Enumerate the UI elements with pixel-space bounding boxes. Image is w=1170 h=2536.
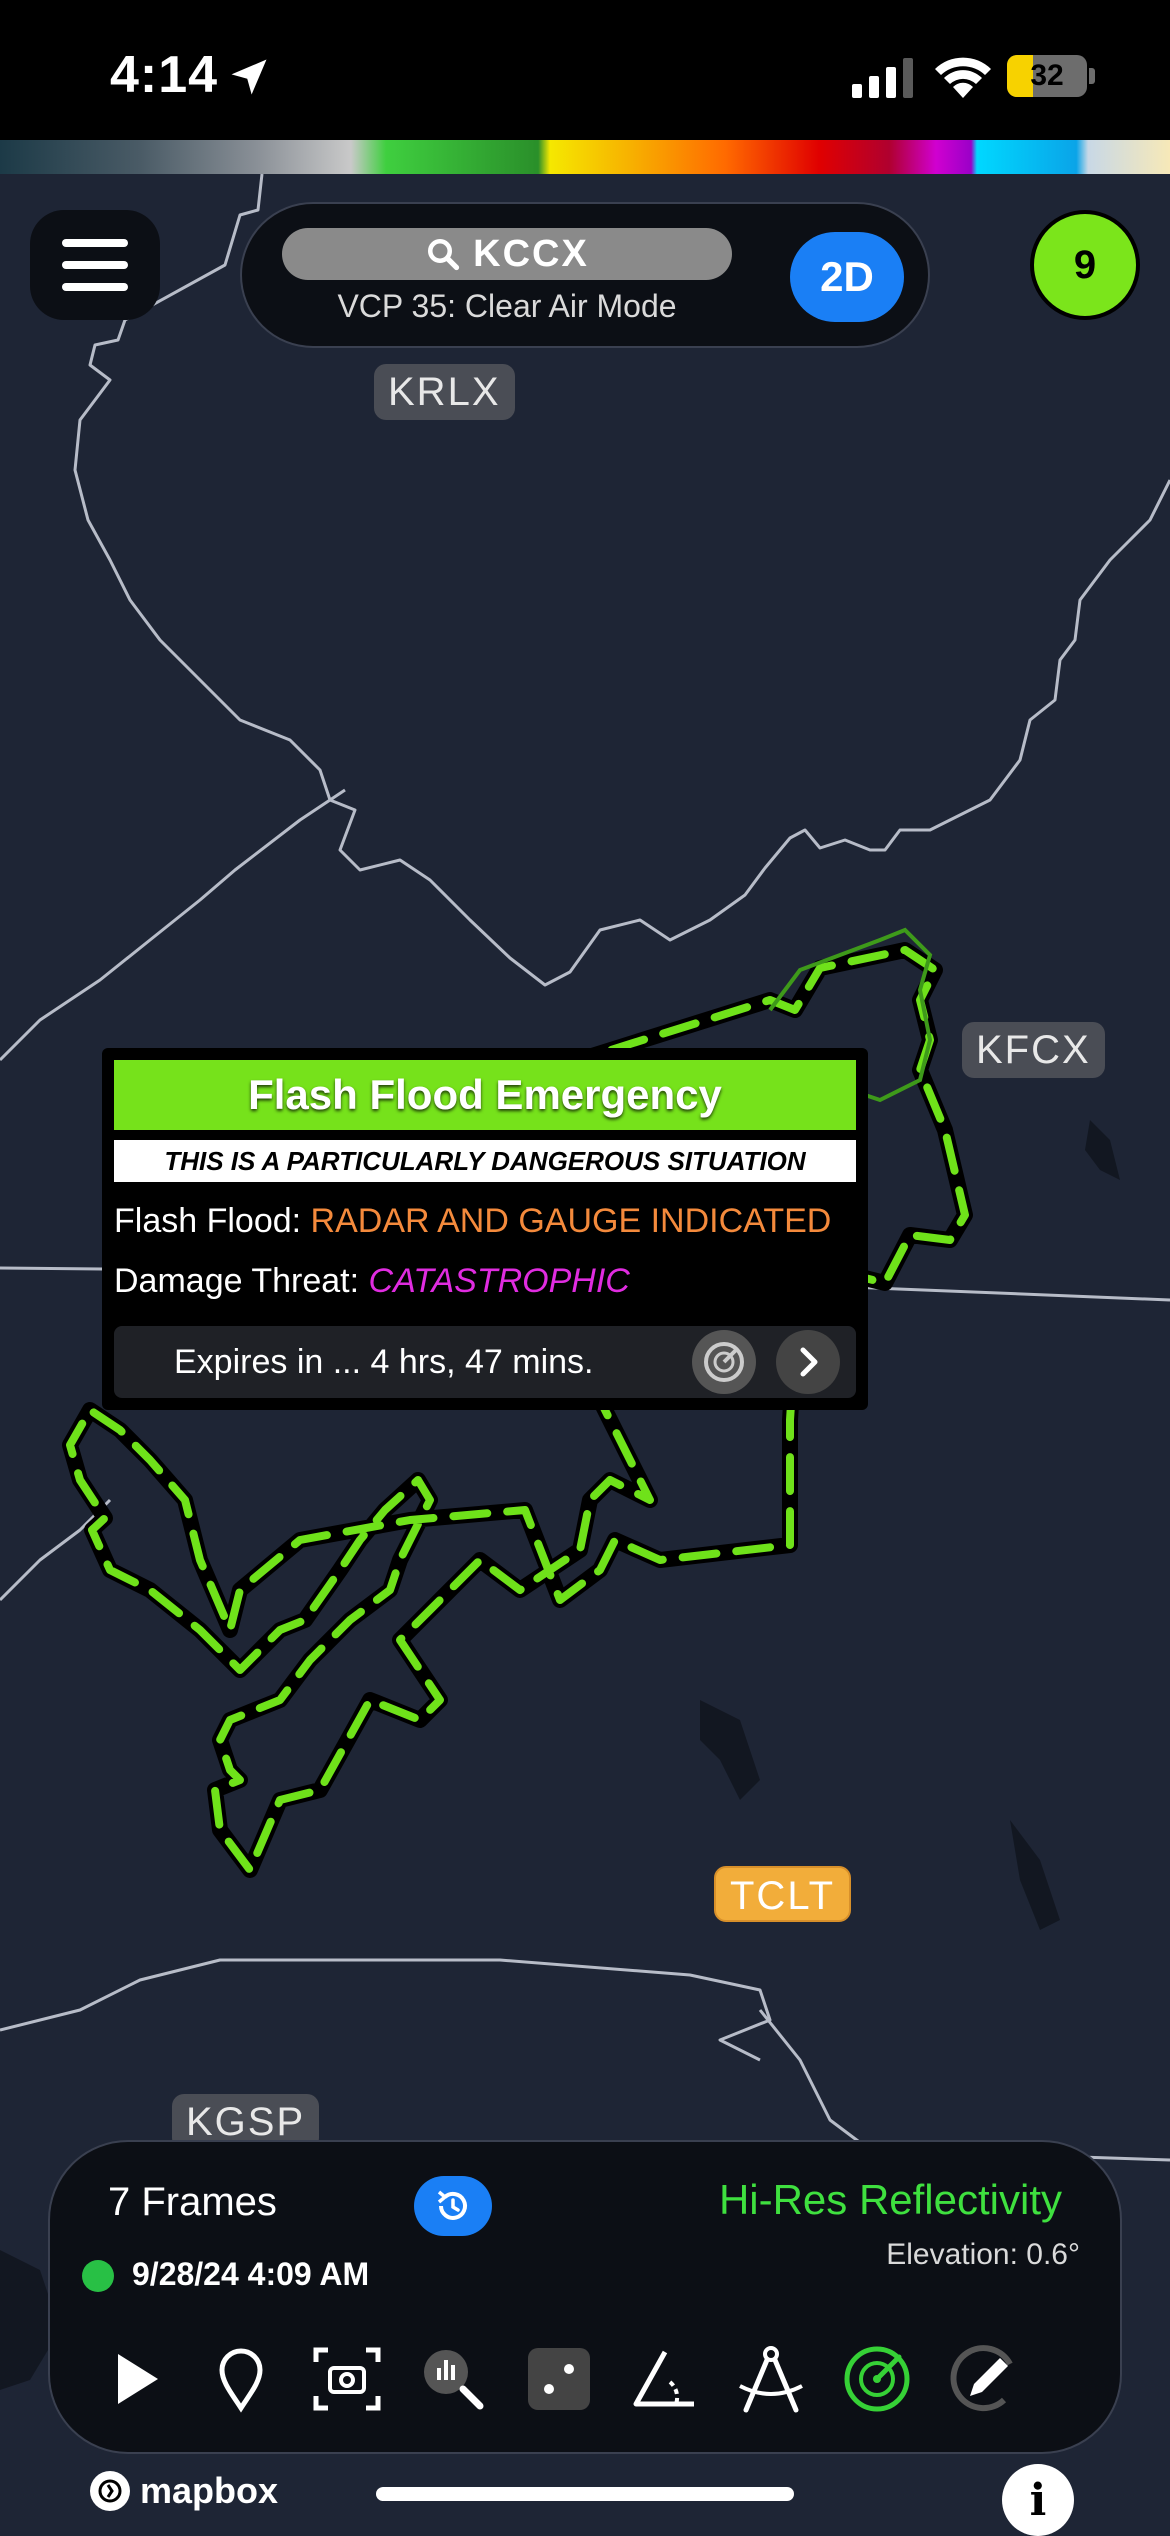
damage-threat-value: CATASTROPHIC [368,1262,630,1300]
measure-angle-button[interactable] [620,2334,710,2424]
chevron-right-icon [800,1347,818,1377]
flood-label: Flash Flood: [114,1202,302,1240]
location-button[interactable] [196,2334,286,2424]
frame-timestamp: 9/28/24 4:09 AM [132,2256,370,2292]
zoom-analyze-icon [424,2350,484,2410]
radar-site-kfcx[interactable]: KFCX [962,1022,1105,1078]
alert-pds-banner: THIS IS A PARTICULARLY DANGEROUS SITUATI… [114,1140,856,1182]
flood-source-line: Flash Flood: RADAR AND GAUGE INDICATED [114,1202,831,1241]
compass-button[interactable] [726,2334,816,2424]
location-arrow-icon [231,59,267,95]
reflectivity-color-scale [0,140,1170,174]
status-bar: 4:14 32 [0,0,1170,140]
pencil-icon [950,2345,1013,2412]
draw-button[interactable] [938,2334,1028,2424]
screenshot-icon [313,2347,381,2411]
hamburger-icon [62,239,128,291]
notification-badge[interactable]: 9 [1030,210,1140,320]
radar-icon [844,2346,910,2412]
damage-label: Damage Threat: [114,1262,360,1300]
alert-title: Flash Flood Emergency [114,1060,856,1130]
radar-site-tclt[interactable]: TCLT [714,1866,852,1922]
location-pin-icon [219,2348,263,2413]
screenshot-button[interactable] [302,2334,392,2424]
radar-site-search[interactable]: KCCX [282,228,732,280]
product-name[interactable]: Hi-Res Reflectivity [719,2176,1062,2224]
info-button[interactable]: i [1002,2464,1074,2536]
radar-mode-button[interactable] [832,2334,922,2424]
dice-icon [528,2348,590,2410]
inspect-button[interactable] [408,2334,498,2424]
vcp-mode: VCP 35: Clear Air Mode [337,288,677,324]
info-icon: i [1029,2474,1047,2526]
cellular-signal-icon [852,58,913,98]
status-time: 4:14 [110,46,219,104]
alert-details-button[interactable] [776,1330,840,1394]
mapbox-logo-icon [90,2471,130,2511]
expires-row: Expires in ... 4 hrs, 47 mins. [114,1326,856,1398]
radar-icon [704,1342,744,1382]
mapbox-attribution[interactable]: mapbox [90,2470,278,2512]
battery-icon: 32 [1007,55,1087,97]
home-indicator[interactable] [376,2487,794,2501]
radar-site-panel: KCCX VCP 35: Clear Air Mode 2D [240,202,930,348]
elevation-angle: Elevation: 0.6° [886,2238,1080,2271]
play-button[interactable] [90,2334,180,2424]
expires-text: Expires in ... 4 hrs, 47 mins. [174,1343,594,1381]
damage-threat-line: Damage Threat: CATASTROPHIC [114,1262,630,1301]
live-indicator [82,2260,114,2292]
alert-popup[interactable]: Flash Flood Emergency THIS IS A PARTICUL… [102,1048,868,1410]
playback-panel: 7 Frames Hi-Res Reflectivity 9/28/24 4:0… [48,2140,1122,2454]
mapbox-label: mapbox [140,2470,279,2511]
battery-percent: 32 [1030,59,1064,92]
frames-count: 7 Frames [108,2180,277,2224]
compass-icon [739,2346,803,2413]
ruler-angle-icon [633,2350,694,2407]
radar-site-krlx[interactable]: KRLX [374,364,515,420]
search-query: KCCX [473,232,589,275]
random-button[interactable] [514,2334,604,2424]
alert-radar-button[interactable] [692,1330,756,1394]
battery-tip [1089,68,1095,84]
wifi-icon [935,57,991,98]
flood-source-value: RADAR AND GAUGE INDICATED [310,1202,832,1240]
view-mode-button[interactable]: 2D [790,232,904,322]
play-icon [118,2354,158,2404]
history-button[interactable] [414,2176,492,2236]
search-icon [428,239,460,271]
menu-button[interactable] [30,210,160,320]
history-icon [437,2190,467,2220]
toolbar [50,2334,1124,2434]
